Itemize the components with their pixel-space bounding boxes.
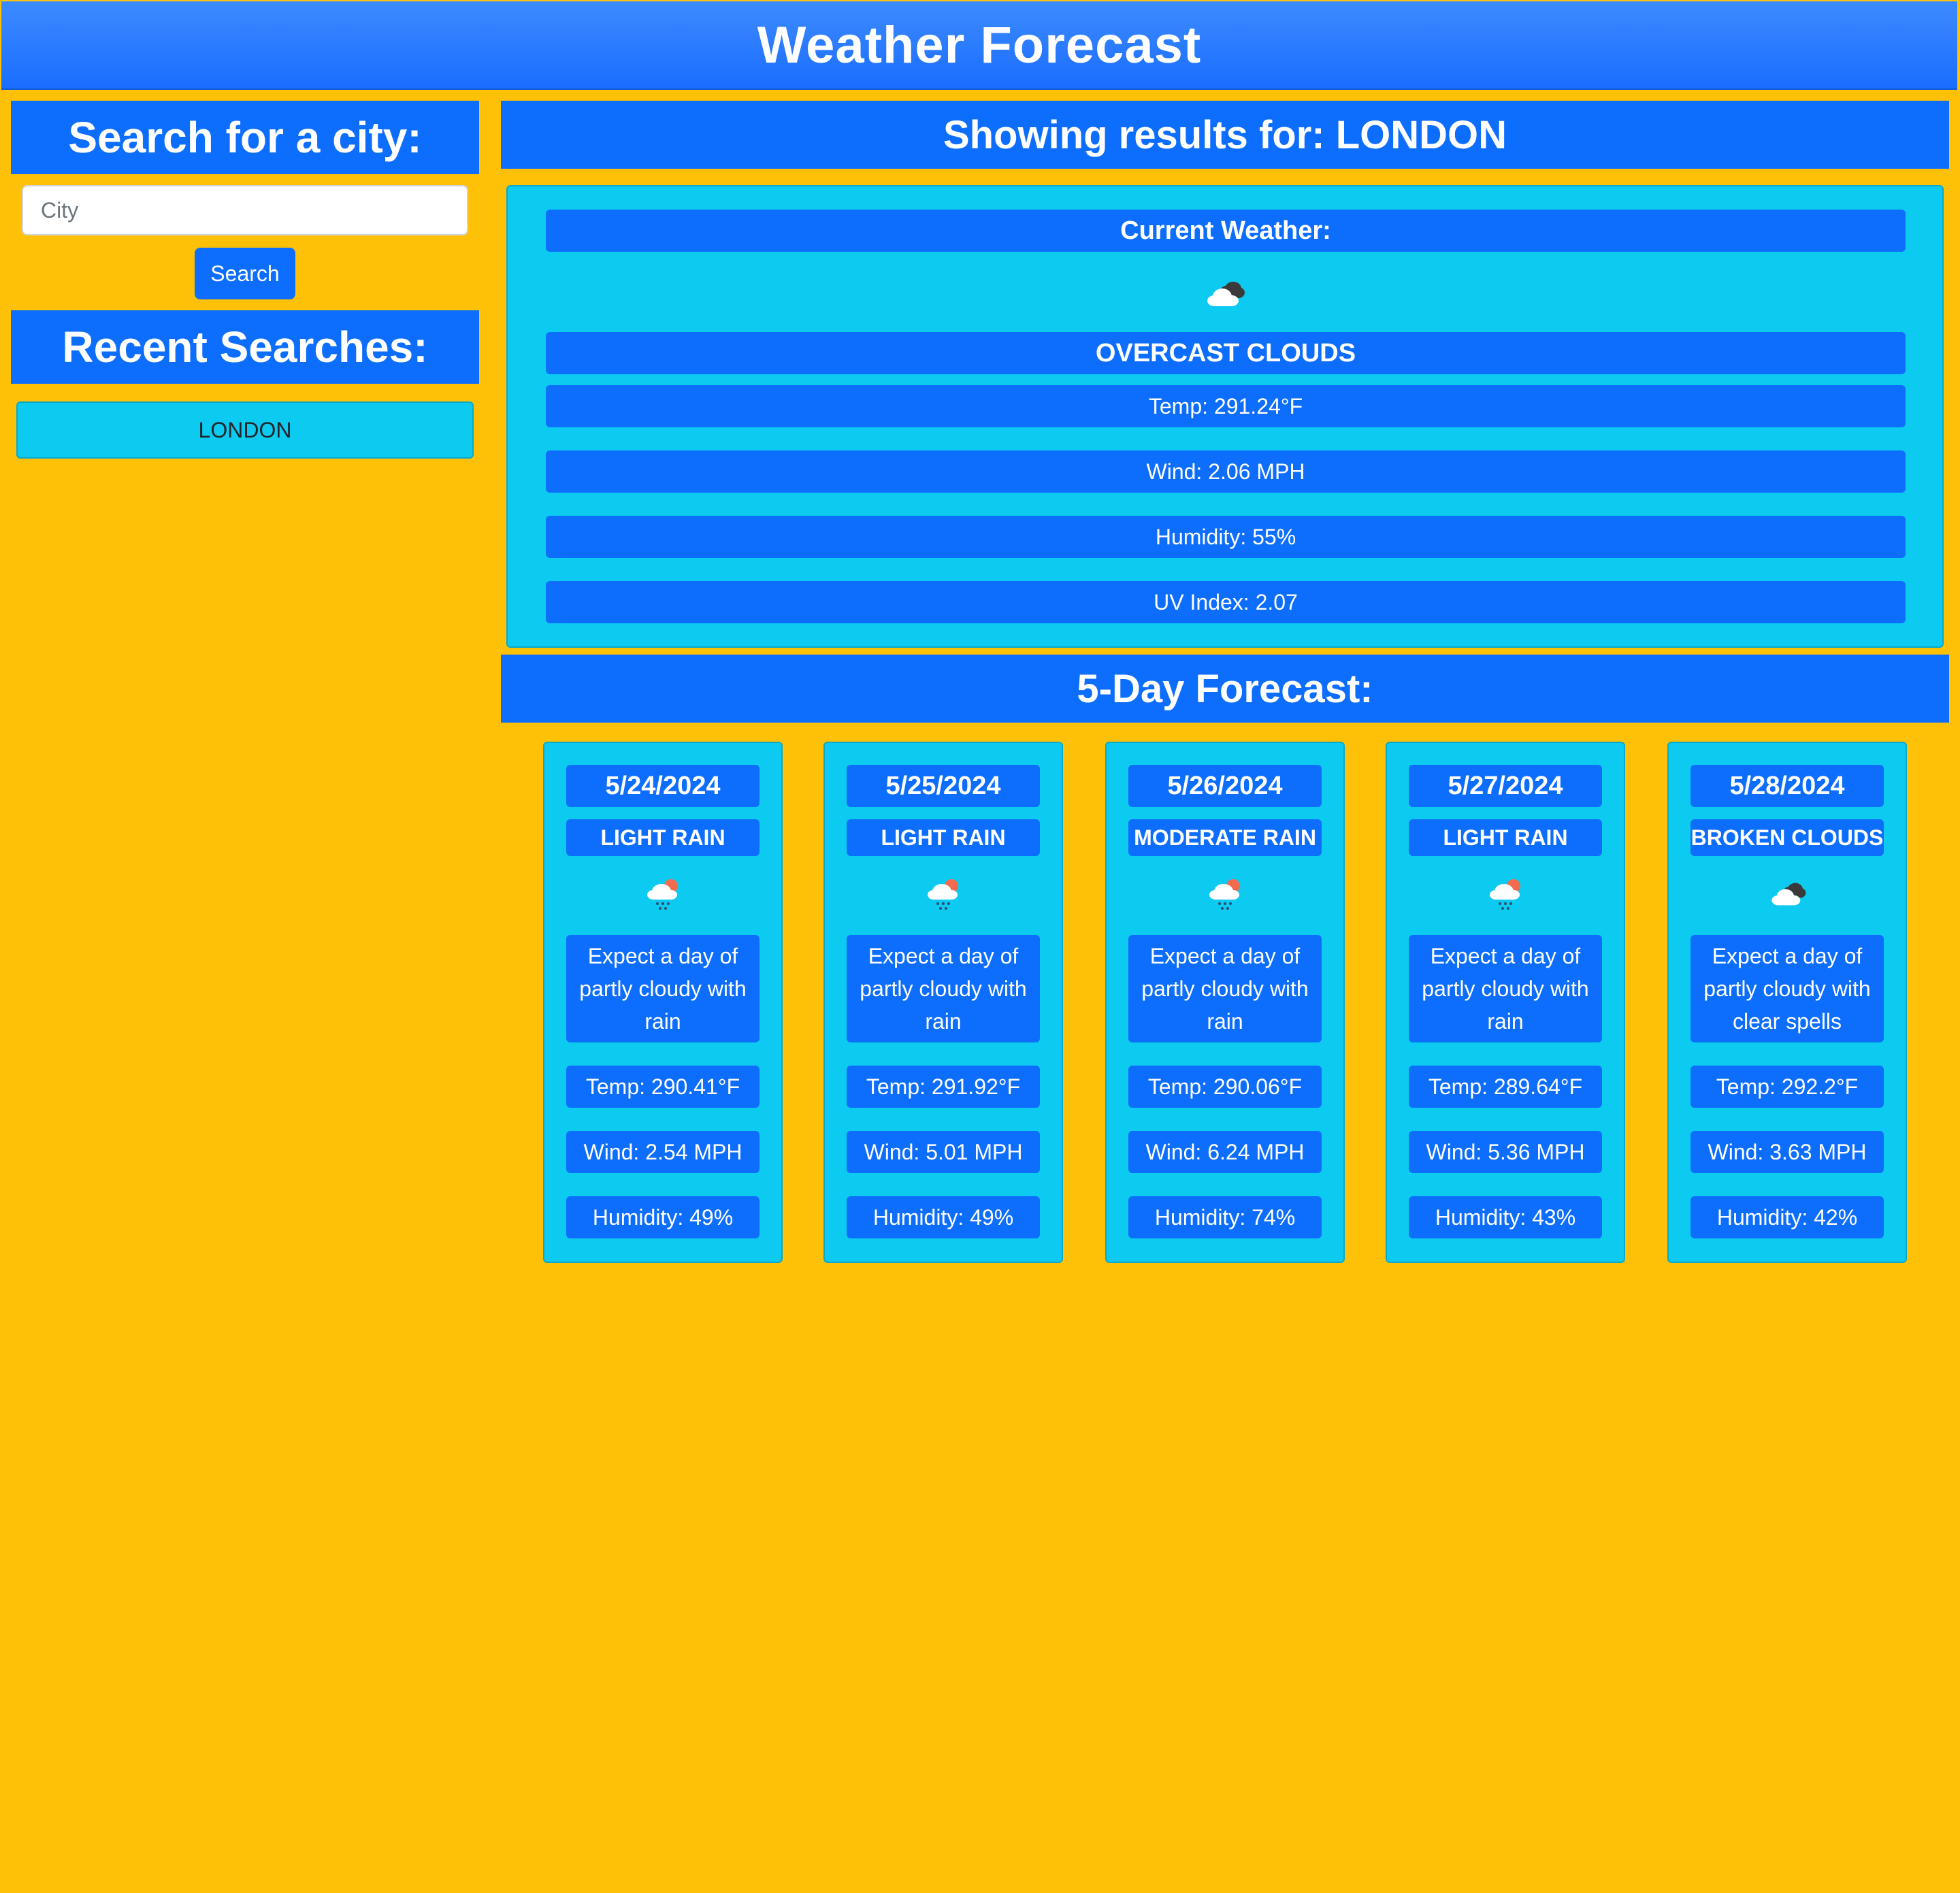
forecast-humidity: Humidity: 49% <box>847 1196 1040 1238</box>
forecast-temp: Temp: 290.06°F <box>1128 1066 1322 1108</box>
forecast-description: LIGHT RAIN <box>847 819 1040 856</box>
rain-icon <box>1206 874 1247 915</box>
forecast-description: BROKEN CLOUDS <box>1690 819 1884 856</box>
forecast-summary: Expect a day of partly cloudy with rain <box>1409 935 1602 1042</box>
current-uv-index: UV Index: 2.07 <box>546 581 1906 623</box>
forecast-temp: Temp: 289.64°F <box>1409 1066 1602 1108</box>
forecast-wind: Wind: 5.36 MPH <box>1409 1131 1602 1173</box>
current-temp: Temp: 291.24°F <box>546 385 1906 427</box>
forecast-summary: Expect a day of partly cloudy with clear… <box>1690 935 1884 1042</box>
current-wind: Wind: 2.06 MPH <box>546 450 1906 493</box>
forecast-card-2: 5/25/2024 LIGHT RAIN Expect a day of par… <box>823 742 1063 1263</box>
forecast-temp: Temp: 292.2°F <box>1690 1066 1884 1108</box>
forecast-card-4: 5/27/2024 LIGHT RAIN Expect a day of par… <box>1386 742 1625 1263</box>
forecast-summary: Expect a day of partly cloudy with rain <box>566 935 760 1042</box>
forecast-card-5: 5/28/2024 BROKEN CLOUDS Expect a day of … <box>1667 742 1907 1263</box>
forecast-humidity: Humidity: 49% <box>566 1196 760 1238</box>
page-title: Weather Forecast <box>757 16 1202 74</box>
city-search-input[interactable] <box>22 185 468 235</box>
forecast-summary: Expect a day of partly cloudy with rain <box>1128 935 1322 1042</box>
forecast-wind: Wind: 6.24 MPH <box>1128 1131 1322 1173</box>
forecast-temp: Temp: 291.92°F <box>847 1066 1040 1108</box>
forecast-summary: Expect a day of partly cloudy with rain <box>847 935 1040 1042</box>
forecast-wind: Wind: 3.63 MPH <box>1690 1131 1884 1173</box>
forecast-description: LIGHT RAIN <box>1409 819 1602 856</box>
recent-search-item-london[interactable]: LONDON <box>16 401 474 459</box>
current-description: OVERCAST CLOUDS <box>546 332 1906 374</box>
current-weather-panel: Current Weather: OVERCAST CLOUDS Temp: 2… <box>506 185 1944 648</box>
forecast-date: 5/28/2024 <box>1690 765 1884 807</box>
forecast-humidity: Humidity: 74% <box>1128 1196 1322 1238</box>
forecast-card-1: 5/24/2024 LIGHT RAIN Expect a day of par… <box>543 742 783 1263</box>
search-button[interactable]: Search <box>195 248 295 299</box>
forecast-date: 5/27/2024 <box>1409 765 1602 807</box>
forecast-title: 5-Day Forecast: <box>501 655 1949 723</box>
forecast-humidity: Humidity: 43% <box>1409 1196 1602 1238</box>
forecast-wind: Wind: 5.01 MPH <box>847 1131 1040 1173</box>
forecast-date: 5/26/2024 <box>1128 765 1322 807</box>
forecast-date: 5/25/2024 <box>847 765 1040 807</box>
current-humidity: Humidity: 55% <box>546 516 1906 558</box>
results-title: Showing results for: LONDON <box>501 101 1949 169</box>
forecast-description: LIGHT RAIN <box>566 819 760 856</box>
rain-icon <box>924 874 965 915</box>
recent-searches-title: Recent Searches: <box>11 310 479 384</box>
current-weather-title: Current Weather: <box>546 210 1906 252</box>
rain-icon <box>644 874 685 915</box>
broken-clouds-icon <box>1768 874 1809 915</box>
page-header: Weather Forecast <box>1 1 1957 90</box>
forecast-temp: Temp: 290.41°F <box>566 1066 760 1108</box>
forecast-humidity: Humidity: 42% <box>1690 1196 1884 1238</box>
forecast-card-3: 5/26/2024 MODERATE RAIN Expect a day of … <box>1105 742 1345 1263</box>
search-title: Search for a city: <box>11 101 479 174</box>
forecast-wind: Wind: 2.54 MPH <box>566 1131 760 1173</box>
forecast-date: 5/24/2024 <box>566 765 760 807</box>
overcast-clouds-icon <box>1203 274 1248 314</box>
rain-icon <box>1486 874 1527 915</box>
forecast-description: MODERATE RAIN <box>1128 819 1322 856</box>
